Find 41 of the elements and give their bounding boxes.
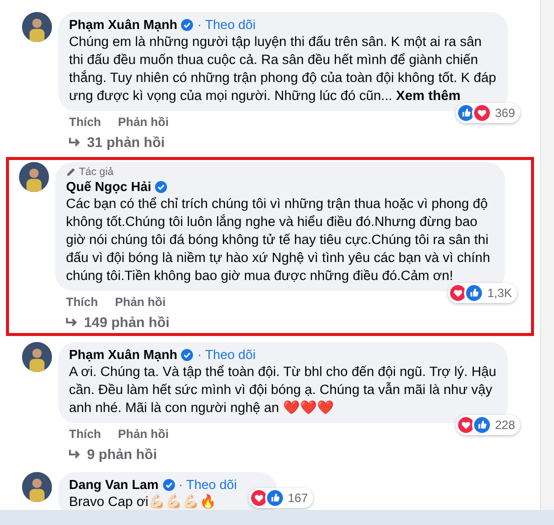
reaction-summary[interactable]: 167 — [248, 488, 313, 508]
follow-link[interactable]: · Theo dõi — [197, 346, 256, 363]
heart-icon — [456, 415, 476, 435]
comment-action[interactable]: Phản hồi — [115, 293, 166, 311]
reply-arrow-icon — [68, 449, 81, 460]
comment-action[interactable]: Phản hồi — [118, 425, 169, 443]
view-replies-link[interactable]: 149 phản hồi — [84, 312, 170, 333]
author-name[interactable]: Phạm Xuân Mạnh — [69, 16, 178, 33]
avatar[interactable] — [19, 162, 49, 192]
author-label: Tác giả — [79, 166, 114, 178]
avatar[interactable] — [22, 342, 52, 372]
comment-text: Bravo Cap ơi💪🏻💪🏻💪🏻🔥 — [69, 493, 218, 511]
comment-action[interactable]: Thích — [69, 113, 101, 131]
reply-arrow-icon — [65, 317, 78, 328]
heart-icon — [248, 488, 269, 508]
author-name[interactable]: Dang Van Lam — [69, 476, 159, 493]
reply-arrow-icon — [68, 137, 81, 148]
like-icon — [264, 488, 285, 508]
heart-icon — [472, 103, 492, 123]
like-icon — [464, 283, 484, 303]
author-name[interactable]: Quế Ngọc Hải — [66, 178, 152, 195]
follow-link[interactable]: · Theo dõi — [197, 16, 256, 33]
view-replies-link[interactable]: 31 phản hồi — [87, 132, 165, 153]
scrollbar[interactable] — [540, 0, 554, 510]
reaction-summary[interactable]: 1,3K — [448, 283, 517, 303]
comment-action[interactable]: Thích — [69, 425, 101, 443]
comment-text: A ơi. Chúng ta. Và tập thể toàn đội. Từ bhl cho đến đội ngũ. Trợ lý. Hậu cần. Đều làm hết sức mình vì đội bóng ạ. Chúng ta vẫn mãi là như vậy anh nhé. Mãi là con người nghệ an ❤❤❤ — [69, 363, 497, 417]
pencil-icon — [66, 167, 76, 177]
like-icon — [456, 103, 476, 123]
view-replies-link[interactable]: 9 phản hồi — [87, 444, 157, 465]
reaction-summary[interactable]: 228 — [456, 415, 520, 435]
author-name[interactable]: Phạm Xuân Mạnh — [69, 346, 178, 363]
like-icon — [472, 415, 492, 435]
avatar[interactable] — [22, 472, 52, 502]
comment-action[interactable]: Phản hồi — [118, 113, 169, 131]
reaction-summary[interactable]: 369 — [456, 103, 520, 123]
comment-text: Chúng em là những người tập luyện thi đấu trên sân. K một ai ra sân thi đấu đều muốn thua cuộc cả. Ra sân đều hết mình để giành chiến thắng. Tuy nhiên có những trận phong độ của toàn đội không tốt. K đáp ưng được kì vọng của mọi người. Những lúc đó cũn... Xem thêm — [69, 33, 497, 105]
follow-link[interactable]: · Theo dõi — [178, 476, 237, 493]
avatar[interactable] — [22, 12, 52, 42]
comment-action[interactable]: Thích — [66, 293, 98, 311]
comment-text: Các bạn có thể chỉ trích chúng tôi vì những trận thua hoặc vì phong độ không tốt.Chúng tôi luôn lắng nghe và hiểu điều đó.Nhưng đừng bao giờ nói chúng tôi đá bóng không tử tế hay tiêu cực.Chúng tôi ra sân thi đấu vì đội bóng là niềm tự hào xứ Nghệ vì tình yêu các bạn và vì chính chúng tôi.Tiền không bao giờ mua được những điều đó.Cảm ơn! — [66, 195, 492, 285]
